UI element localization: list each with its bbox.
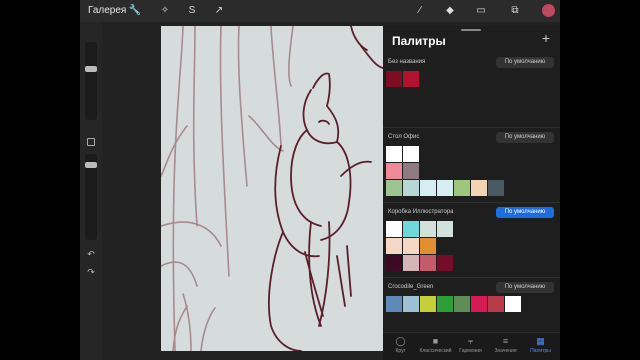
- color-swatch[interactable]: [488, 180, 504, 196]
- color-swatch[interactable]: [403, 255, 419, 271]
- palettes-panel: Палитры + Без названия По умолчанию Стол…: [383, 26, 560, 360]
- color-swatch[interactable]: [386, 255, 402, 271]
- color-swatch[interactable]: [437, 180, 453, 196]
- eraser-icon[interactable]: ▭: [473, 3, 489, 19]
- color-swatch[interactable]: [420, 296, 436, 312]
- palette-name: Без названия: [388, 59, 426, 65]
- smudge-icon[interactable]: ◆: [442, 3, 458, 19]
- brush-size-slider[interactable]: [85, 42, 97, 120]
- color-swatch[interactable]: [505, 296, 521, 312]
- drawing-canvas[interactable]: [161, 26, 383, 351]
- color-swatch[interactable]: [403, 296, 419, 312]
- tab-disc[interactable]: ◯ Круг: [383, 335, 418, 360]
- transform-arrow-icon[interactable]: ↗: [211, 3, 227, 19]
- color-swatch[interactable]: [437, 221, 453, 237]
- color-swatch[interactable]: [437, 255, 453, 271]
- harmony-icon: ⫧: [467, 336, 474, 346]
- color-swatch[interactable]: [454, 180, 470, 196]
- color-swatch[interactable]: [420, 180, 436, 196]
- color-swatch[interactable]: [420, 255, 436, 271]
- opacity-slider[interactable]: [85, 154, 97, 240]
- layers-icon[interactable]: ⧉: [507, 3, 523, 19]
- color-swatch[interactable]: [403, 163, 419, 179]
- tab-value[interactable]: ≡ Значения: [488, 335, 523, 360]
- add-palette-button[interactable]: +: [542, 30, 550, 46]
- color-swatch[interactable]: [403, 146, 419, 162]
- circle-icon: ◯: [395, 336, 406, 346]
- color-swatch[interactable]: [386, 71, 402, 87]
- tab-classic[interactable]: ■ Классический: [418, 335, 453, 360]
- set-default-button[interactable]: По умолчанию: [496, 282, 554, 293]
- redo-icon[interactable]: ↷: [84, 267, 98, 279]
- color-swatch[interactable]: [386, 163, 402, 179]
- divider: [383, 202, 560, 203]
- selection-icon[interactable]: S: [184, 3, 200, 19]
- color-swatch[interactable]: [454, 296, 470, 312]
- color-swatch[interactable]: [386, 146, 402, 162]
- color-swatch[interactable]: [386, 180, 402, 196]
- tab-harmony[interactable]: ⫧ Гармония: [453, 335, 488, 360]
- opacity-thumb[interactable]: [85, 162, 97, 168]
- palette-name: Коробка Иллюстратора: [388, 209, 454, 215]
- panel-grip[interactable]: [461, 29, 481, 31]
- left-sidebar: ↶ ↷: [80, 22, 102, 360]
- magic-wand-icon[interactable]: ✧: [157, 3, 173, 19]
- color-mode-tabbar: ◯ Круг ■ Классический ⫧ Гармония ≡ Значе…: [383, 332, 560, 360]
- tab-palettes[interactable]: ▦ Палитры: [523, 335, 558, 360]
- color-swatch[interactable]: [437, 296, 453, 312]
- panel-header: Палитры +: [383, 26, 560, 54]
- color-swatch[interactable]: [386, 296, 402, 312]
- fox-sketch: [161, 26, 383, 351]
- modify-button[interactable]: [87, 138, 95, 146]
- wrench-icon[interactable]: 🔧: [127, 3, 143, 19]
- brush-size-thumb[interactable]: [85, 66, 97, 72]
- divider: [383, 127, 560, 128]
- set-default-button[interactable]: По умолчанию: [496, 57, 554, 68]
- palette-name: Crocodile_Green: [388, 284, 434, 290]
- default-palette-button[interactable]: По умолчанию: [496, 207, 554, 218]
- sliders-icon: ≡: [502, 336, 509, 346]
- grid-icon: ▦: [536, 336, 545, 346]
- square-icon: ■: [432, 336, 439, 346]
- color-swatch[interactable]: [403, 71, 419, 87]
- color-swatch[interactable]: [403, 221, 419, 237]
- color-swatch[interactable]: [386, 238, 402, 254]
- color-swatch[interactable]: [403, 238, 419, 254]
- color-swatch[interactable]: [488, 296, 504, 312]
- procreate-app: Галерея 🔧 ✧ S ↗ ∕ ◆ ▭ ⧉ ↶ ↷ Палитры + Бе…: [80, 0, 560, 360]
- color-picker-button[interactable]: [542, 4, 555, 17]
- color-swatch[interactable]: [403, 180, 419, 196]
- divider: [383, 277, 560, 278]
- top-toolbar: Галерея 🔧 ✧ S ↗ ∕ ◆ ▭ ⧉: [80, 0, 560, 22]
- color-swatch[interactable]: [420, 238, 436, 254]
- panel-title: Палитры: [392, 34, 446, 48]
- undo-icon[interactable]: ↶: [84, 249, 98, 261]
- color-swatch[interactable]: [420, 221, 436, 237]
- gallery-button[interactable]: Галерея: [88, 5, 126, 16]
- palette-name: Стол Офис: [388, 134, 420, 140]
- brush-icon[interactable]: ∕: [412, 3, 428, 19]
- set-default-button[interactable]: По умолчанию: [496, 132, 554, 143]
- color-swatch[interactable]: [386, 221, 402, 237]
- color-swatch[interactable]: [471, 296, 487, 312]
- color-swatch[interactable]: [471, 180, 487, 196]
